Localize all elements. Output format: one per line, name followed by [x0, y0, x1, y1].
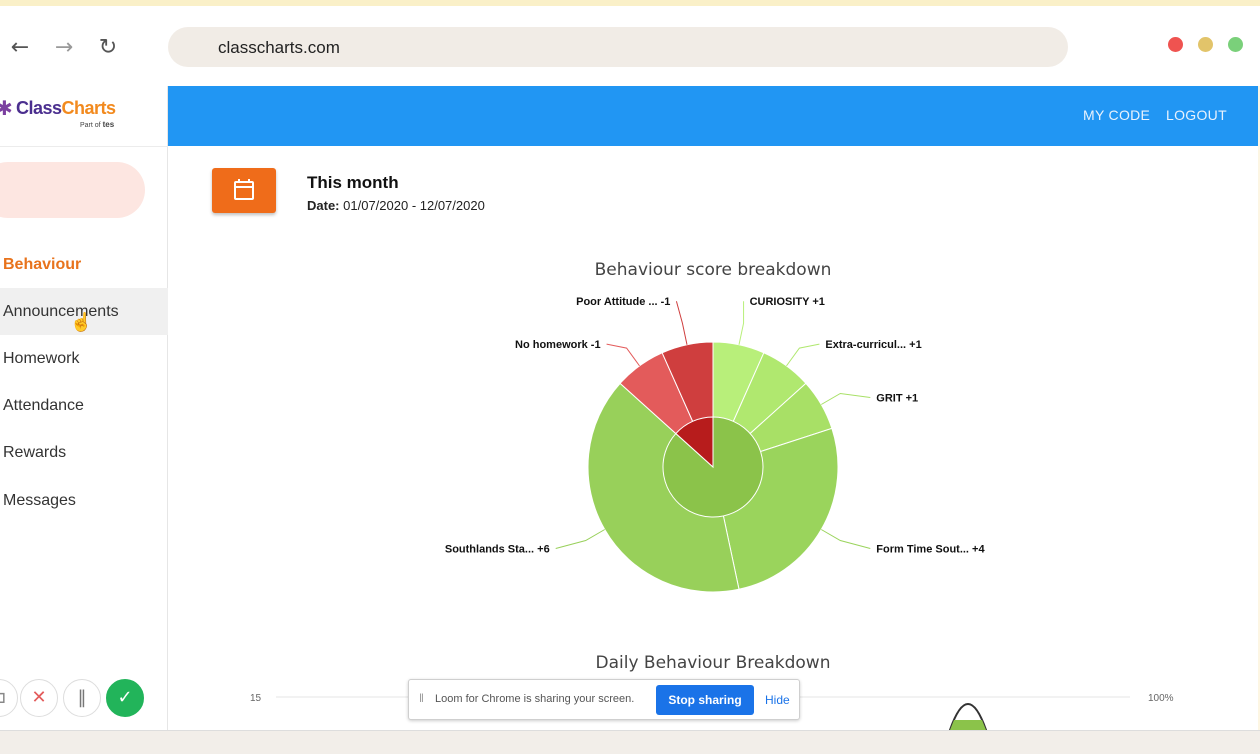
sidebar-item-homework[interactable]: Homework	[0, 335, 168, 382]
sidebar-item-behaviour[interactable]: Behaviour	[0, 241, 168, 288]
reload-icon[interactable]: ↻	[96, 36, 120, 60]
logo-star-icon: ✱	[0, 98, 13, 120]
window-dot-yellow[interactable]	[1198, 37, 1213, 52]
loom-message: Loom for Chrome is sharing your screen.	[435, 693, 635, 705]
daily-behaviour-chart: 15 100%	[250, 693, 1174, 731]
browser-toolbar: ← → ↻ classcharts.com	[0, 6, 1260, 86]
sidebar-divider	[0, 146, 168, 147]
stop-sharing-button[interactable]: Stop sharing	[656, 685, 754, 715]
recorder-tab-icon[interactable]: ⊐	[0, 679, 18, 717]
window-dot-red[interactable]	[1168, 37, 1183, 52]
sidebar-item-rewards[interactable]: Rewards	[0, 429, 168, 476]
logo-sub-brand: tes	[102, 120, 115, 129]
hand-cursor-icon: ☝	[70, 312, 93, 332]
logo-sub-prefix: Part of	[80, 122, 101, 129]
daily-right-tick: 100%	[1148, 693, 1174, 704]
window-dot-green[interactable]	[1228, 37, 1243, 52]
daily-area-fill	[950, 720, 986, 730]
address-bar[interactable]: classcharts.com	[168, 27, 1068, 67]
logo-name-charts: Charts	[61, 98, 117, 118]
pause-recording-icon[interactable]: ‖	[63, 679, 101, 717]
hide-button[interactable]: Hide	[765, 693, 790, 707]
finish-recording-icon[interactable]: ✓	[106, 679, 144, 717]
sidebar-item-attendance[interactable]: Attendance	[0, 382, 168, 429]
url-text: classcharts.com	[218, 38, 340, 57]
student-profile-pill[interactable]	[0, 162, 145, 218]
cancel-recording-icon[interactable]: ✕	[20, 679, 58, 717]
daily-left-tick: 15	[250, 693, 262, 704]
sidebar-item-messages[interactable]: Messages	[0, 477, 168, 524]
drag-handle-icon[interactable]: ‖	[419, 691, 424, 705]
recording-controls: ⊐ ✕ ‖ ✓	[0, 679, 168, 719]
classcharts-logo[interactable]: ✱ ClassCharts Part of tes	[0, 92, 168, 142]
loom-sharing-bar: ‖ Loom for Chrome is sharing your screen…	[408, 679, 800, 720]
logo-name-class: Class	[16, 98, 62, 118]
screen-bottom-edge	[0, 730, 1260, 754]
logout-link[interactable]: LOGOUT	[1166, 107, 1227, 123]
my-code-link[interactable]: MY CODE	[1083, 107, 1150, 123]
back-icon[interactable]: ←	[8, 36, 32, 60]
forward-icon[interactable]: →	[52, 36, 76, 60]
main-content: This month Date: 01/07/2020 - 12/07/2020…	[168, 146, 1258, 754]
top-header: MY CODE LOGOUT	[168, 86, 1258, 146]
sidebar: ✱ ClassCharts Part of tes Behaviour Anno…	[0, 86, 168, 754]
